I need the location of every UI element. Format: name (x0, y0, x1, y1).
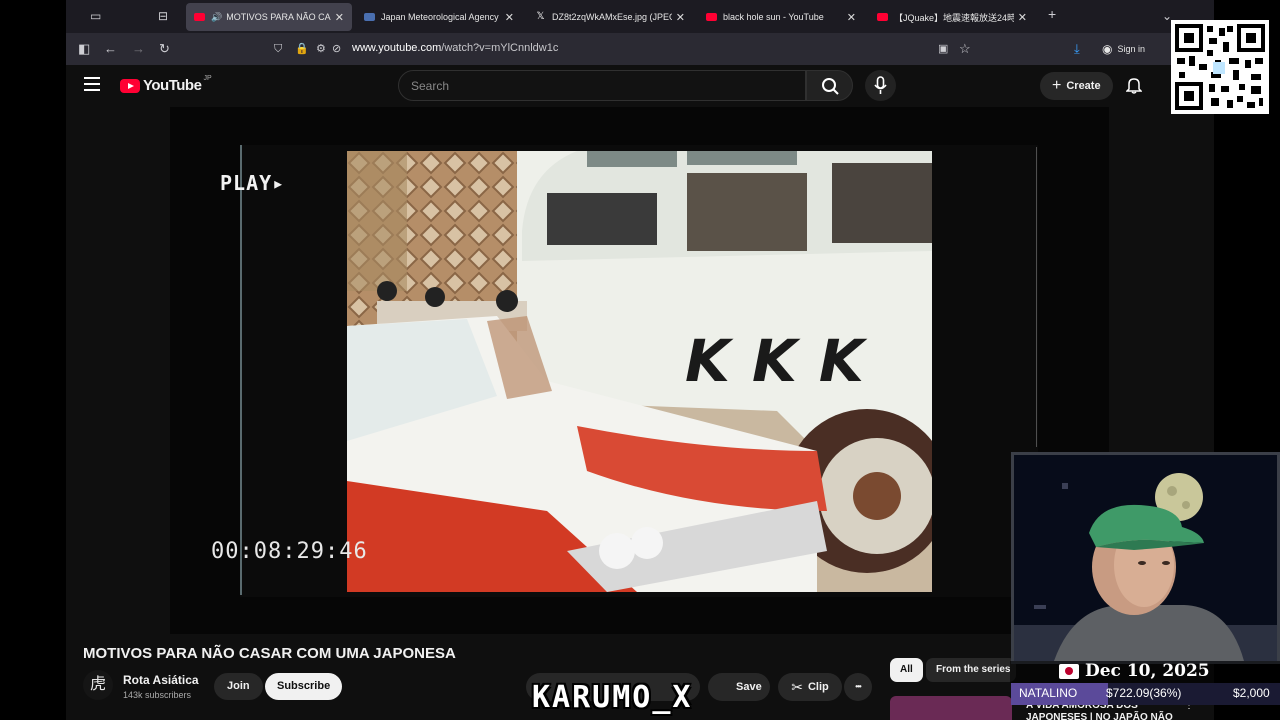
donation-goal-target: $2,000 (1233, 686, 1270, 700)
donation-goal-name: NATALINO (1019, 686, 1078, 700)
tab-2[interactable]: 𝕏 DZ8t2zqWkAMxEse.jpg (JPEG I ✕ (527, 3, 693, 31)
video-title: MOTIVOS PARA NÃO CASAR COM UMA JAPONESA (83, 645, 456, 662)
logo-wordmark: YouTube (143, 77, 202, 94)
youtube-icon (706, 13, 717, 21)
microphone-icon (874, 76, 887, 94)
chip-from-series[interactable]: From the series (926, 658, 1016, 682)
tab-0[interactable]: 🔊 MOTIVOS PARA NÃO CASAR ✕ (186, 3, 352, 31)
scissors-icon: ✂ (791, 679, 803, 695)
speaker-icon[interactable]: 🔊 (211, 12, 222, 23)
menu-icon[interactable] (84, 77, 100, 91)
subscribe-button[interactable]: Subscribe (265, 673, 343, 700)
close-icon[interactable]: ✕ (505, 11, 514, 24)
channel-avatar[interactable]: 虎 (83, 670, 113, 700)
navigation-bar: ◧ ← → ↻ ⛉ 🔒 ⚙ ⊘ www.youtube.com/watch?v=… (66, 33, 1214, 65)
create-label: Create (1066, 80, 1101, 92)
tab-title: MOTIVOS PARA NÃO CASAR (226, 12, 331, 22)
sidebar-toggle-icon[interactable]: ◧ (78, 41, 90, 57)
chip-all[interactable]: All (890, 658, 923, 682)
create-button[interactable]: + Create (1040, 72, 1113, 100)
qr-code-image (1175, 24, 1265, 110)
close-icon[interactable]: ✕ (676, 11, 685, 24)
vhs-scanline (240, 145, 242, 595)
tab-title: 【JQuake】地震速報放送24時間 (894, 12, 1014, 23)
japan-flag-icon (1059, 664, 1079, 679)
recommendation-title-line: JAPONESES | NO JAPÃO NÃO (1026, 712, 1173, 720)
clip-label: Clip (807, 681, 829, 693)
youtube-icon (877, 13, 888, 21)
sidebar-icon[interactable]: ▭ (90, 9, 101, 23)
reload-icon[interactable]: ↻ (159, 41, 170, 57)
youtube-logo[interactable]: YouTube JP (120, 75, 212, 94)
url-host: www.youtube.com (352, 42, 442, 54)
tab-strip: ▭ ⊟ 🔊 MOTIVOS PARA NÃO CASAR ✕ Japan Met… (66, 0, 1214, 33)
webcam-image (1014, 455, 1277, 661)
save-button[interactable]: Save (708, 673, 770, 701)
donation-goal-raised: $722.09(36%) (1106, 686, 1182, 700)
voice-search-button[interactable] (865, 70, 896, 101)
permissions-icon[interactable]: ⚙ (316, 41, 326, 57)
tab-title: DZ8t2zqWkAMxEse.jpg (JPEG I (552, 12, 672, 22)
plus-icon: + (1052, 77, 1062, 94)
forward-icon[interactable]: → (132, 41, 145, 57)
account-icon: ◉ (1102, 42, 1113, 56)
camera-blocked-icon[interactable]: ⊘ (332, 41, 341, 57)
notifications-bell-icon[interactable] (1126, 76, 1142, 94)
logo-country: JP (203, 75, 212, 82)
tab-4[interactable]: 【JQuake】地震速報放送24時間 ✕ (869, 3, 1035, 31)
close-icon[interactable]: ✕ (335, 11, 344, 24)
search-input[interactable] (399, 71, 805, 100)
close-icon[interactable]: ✕ (847, 11, 856, 24)
youtube-header: YouTube JP + Create (66, 65, 1214, 107)
tab-1[interactable]: Japan Meteorological Agency | E ✕ (356, 3, 522, 31)
url-text[interactable]: www.youtube.com/watch?v=mYlCnnldw1c (352, 42, 558, 54)
tab-3[interactable]: black hole sun - YouTube ✕ (698, 3, 864, 31)
join-button[interactable]: Join (214, 673, 263, 700)
bus-lettering: KKK (685, 327, 886, 395)
search-icon (822, 78, 839, 95)
vhs-timecode: 00:08:29:46 (211, 539, 368, 564)
search-button[interactable] (806, 70, 853, 101)
url-path: /watch?v=mYlCnnldw1c (441, 42, 559, 54)
download-icon[interactable]: ⤓ (1074, 41, 1080, 57)
streamer-watermark: KARUMO_X (531, 679, 693, 716)
youtube-icon (194, 13, 205, 21)
lock-icon[interactable]: 🔒 (295, 41, 309, 57)
sign-in-label: Sign in (1117, 44, 1146, 54)
video-scene-image: KKK (347, 151, 932, 592)
vhs-play-label: PLAY▸ (220, 171, 286, 195)
tab-title: black hole sun - YouTube (723, 12, 824, 22)
vhs-scanline (1036, 147, 1037, 447)
new-tab-icon[interactable]: + (1048, 7, 1056, 21)
picture-icon[interactable]: ▣ (938, 41, 948, 57)
channel-subscribers: 143k subscribers (123, 690, 192, 700)
video-frame: KKK (347, 151, 932, 592)
tab-title: Japan Meteorological Agency | E (381, 12, 501, 22)
youtube-play-icon (120, 78, 140, 93)
sign-in-button[interactable]: ◉ Sign in (1102, 42, 1145, 56)
shield-icon[interactable]: ⛉ (274, 41, 282, 57)
save-label: Save (736, 681, 762, 693)
bookmark-star-icon[interactable]: ☆ (959, 41, 971, 57)
jma-icon (364, 13, 375, 21)
tab-groups-icon[interactable]: ⊟ (158, 9, 168, 23)
close-icon[interactable]: ✕ (1018, 11, 1027, 24)
x-icon: 𝕏 (536, 11, 545, 22)
video-player[interactable]: KKK PLAY▸ 00:08:29:46 (170, 107, 1109, 634)
channel-name[interactable]: Rota Asiática (123, 673, 199, 687)
search-box (398, 70, 806, 101)
recommendation-thumbnail[interactable] (890, 696, 1012, 720)
clip-button[interactable]: ✂ Clip (778, 673, 842, 701)
webcam-overlay (1011, 452, 1280, 664)
more-actions-button[interactable]: ••• (844, 673, 872, 701)
screen: ▭ ⊟ 🔊 MOTIVOS PARA NÃO CASAR ✕ Japan Met… (0, 0, 1280, 720)
back-icon[interactable]: ← (104, 41, 117, 57)
qr-code (1171, 20, 1269, 114)
